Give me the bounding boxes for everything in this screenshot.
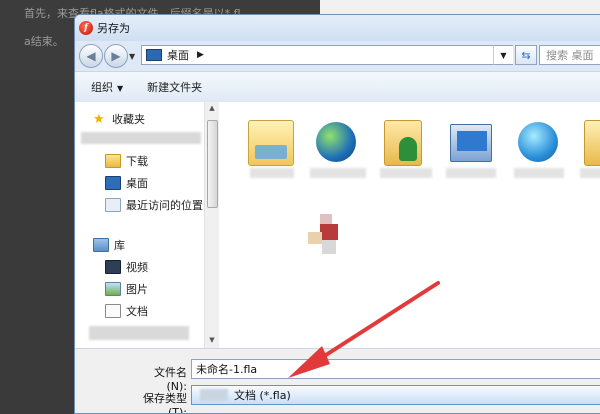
address-segment-desktop[interactable]: 桌面 xyxy=(167,47,189,63)
address-dropdown-button[interactable]: ▼ xyxy=(493,45,513,65)
nav-label-pictures: 图片 xyxy=(126,283,148,296)
folder-icon[interactable] xyxy=(248,120,294,166)
redacted-filename xyxy=(380,168,432,178)
internet-icon[interactable] xyxy=(518,122,558,162)
navigation-bar: ◀ ▶ ▼ 桌面 ▶ ▼ ⇆ 搜索 桌面 xyxy=(75,41,600,71)
nav-item-videos[interactable]: 视频 xyxy=(105,258,148,276)
address-bar[interactable]: 桌面 ▶ xyxy=(141,45,513,65)
redacted-filename xyxy=(514,168,564,178)
locked-folder-icon[interactable] xyxy=(584,120,600,166)
redacted-file-icon[interactable] xyxy=(308,214,344,260)
chevron-down-icon: ▼ xyxy=(117,84,124,93)
user-folder-icon[interactable] xyxy=(384,120,422,166)
filetype-value: 文档 (*.fla) xyxy=(234,389,291,402)
scroll-up-icon[interactable]: ▲ xyxy=(207,104,217,112)
nav-label-libraries: 库 xyxy=(114,239,125,252)
nav-label-desktop: 桌面 xyxy=(126,177,148,190)
network-icon[interactable] xyxy=(316,122,356,162)
nav-label-documents: 文档 xyxy=(126,305,148,318)
redacted-filename xyxy=(446,168,496,178)
save-as-dialog: f 另存为 ◀ ▶ ▼ 桌面 ▶ ▼ ⇆ 搜索 桌面 组织 ▼ 新建文件夹 ★ 收… xyxy=(74,14,600,414)
redacted-item xyxy=(81,132,201,144)
desktop-icon xyxy=(105,176,121,190)
nav-item-documents[interactable]: 文档 xyxy=(105,302,148,320)
organize-label: 组织 xyxy=(91,81,113,94)
nav-item-pictures[interactable]: 图片 xyxy=(105,280,148,298)
file-list xyxy=(220,102,600,348)
nav-label-favorites: 收藏夹 xyxy=(112,113,145,126)
filename-label: 文件名(N): xyxy=(154,366,187,393)
new-folder-button[interactable]: 新建文件夹 xyxy=(147,79,202,95)
picture-icon xyxy=(105,282,121,296)
scrollbar-thumb[interactable] xyxy=(207,120,218,208)
dialog-titlebar[interactable]: f 另存为 xyxy=(75,15,600,41)
recent-pages-dropdown[interactable]: ▼ xyxy=(129,52,139,61)
dialog-content: ★ 收藏夹 下载 桌面 最近访问的位置 库 视频 图片 文档 ▲ ▼ xyxy=(75,102,600,348)
dialog-title: 另存为 xyxy=(97,22,130,35)
library-icon xyxy=(93,238,109,252)
scroll-down-icon[interactable]: ▼ xyxy=(207,336,217,344)
nav-item-desktop[interactable]: 桌面 xyxy=(105,174,148,192)
filetype-label: 保存类型(T): xyxy=(143,392,187,414)
filename-value: 未命名-1.fla xyxy=(196,363,258,376)
video-icon xyxy=(105,260,121,274)
nav-scrollbar[interactable]: ▲ ▼ xyxy=(204,102,219,348)
breadcrumb-chevron-icon[interactable]: ▶ xyxy=(197,50,204,60)
command-toolbar: 组织 ▼ 新建文件夹 xyxy=(75,71,600,103)
filetype-select[interactable]: 文档 (*.fla) xyxy=(191,385,600,405)
navigation-pane: ★ 收藏夹 下载 桌面 最近访问的位置 库 视频 图片 文档 xyxy=(75,102,206,348)
redacted-item xyxy=(89,326,189,340)
computer-icon[interactable] xyxy=(450,124,492,162)
redacted-filename xyxy=(250,168,294,178)
redacted-filename xyxy=(580,168,600,178)
forward-arrow-icon: ▶ xyxy=(111,49,121,63)
back-button[interactable]: ◀ xyxy=(79,44,103,68)
star-icon: ★ xyxy=(93,111,105,127)
filename-input[interactable]: 未命名-1.fla xyxy=(191,359,600,379)
folder-icon xyxy=(105,154,121,168)
forward-button[interactable]: ▶ xyxy=(104,44,128,68)
recent-places-icon xyxy=(105,198,121,212)
redacted-filename xyxy=(310,168,366,178)
back-arrow-icon: ◀ xyxy=(86,49,96,63)
nav-label-recent: 最近访问的位置 xyxy=(126,199,203,212)
nav-label-videos: 视频 xyxy=(126,261,148,274)
desktop-icon xyxy=(146,49,162,61)
redacted-prefix xyxy=(200,389,228,401)
refresh-button[interactable]: ⇆ xyxy=(515,45,537,65)
save-options-panel: 文件名(N): 未命名-1.fla 保存类型(T): 文档 (*.fla) xyxy=(75,348,600,414)
nav-item-favorites[interactable]: ★ 收藏夹 xyxy=(93,110,145,128)
flash-app-icon: f xyxy=(79,21,93,35)
organize-button[interactable]: 组织 ▼ xyxy=(91,79,123,95)
refresh-icon: ⇆ xyxy=(521,48,531,62)
nav-item-downloads[interactable]: 下载 xyxy=(105,152,148,170)
document-icon xyxy=(105,304,121,318)
search-input[interactable]: 搜索 桌面 xyxy=(539,45,600,65)
search-placeholder: 搜索 桌面 xyxy=(546,49,594,62)
nav-item-recent[interactable]: 最近访问的位置 xyxy=(105,196,203,214)
new-folder-label: 新建文件夹 xyxy=(147,81,203,94)
nav-label-downloads: 下载 xyxy=(126,155,148,168)
nav-item-libraries[interactable]: 库 xyxy=(93,236,125,254)
